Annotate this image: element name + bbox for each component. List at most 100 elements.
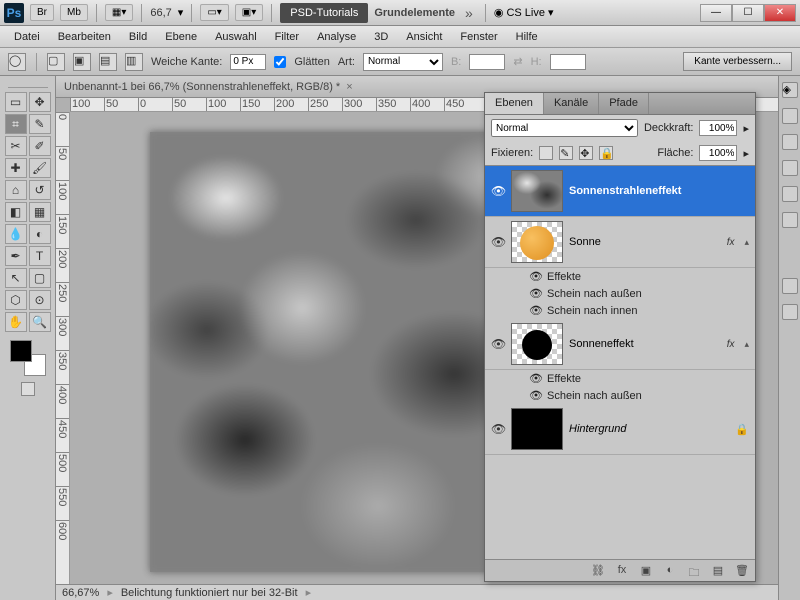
layer-name[interactable]: Sonnenstrahleneffekt [569,185,749,197]
blend-mode-select[interactable]: Normal [491,119,638,137]
cslive-button[interactable]: ◉ CS Live ▾ [494,6,554,19]
brush-tool[interactable]: 🖌 [29,158,51,178]
toolbox-grip-icon[interactable] [8,80,48,88]
menu-bearbeiten[interactable]: Bearbeiten [50,28,119,46]
view-extras-button[interactable]: ▦▾ [105,4,133,21]
fx-badge-icon[interactable]: fx [727,339,735,350]
healing-tool[interactable]: ✚ [5,158,27,178]
quickmask-icon[interactable] [21,382,35,396]
gradient-tool[interactable]: ▦ [29,202,51,222]
menu-fenster[interactable]: Fenster [452,28,505,46]
layer-thumbnail[interactable] [511,170,563,212]
tab-pfade[interactable]: Pfade [599,93,649,114]
effect-row[interactable]: 👁Schein nach außen [485,285,755,302]
workspace-preset-1[interactable]: PSD-Tutorials [280,3,368,23]
layer-row[interactable]: 👁 Sonne fx ▴ [485,217,755,268]
zoom-tool[interactable]: 🔍 [29,312,51,332]
canvas[interactable] [150,132,530,572]
minibridge-button[interactable]: Mb [60,4,88,21]
effect-row[interactable]: 👁Schein nach außen [485,387,755,404]
status-zoom[interactable]: 66,67% [62,587,99,599]
group-icon[interactable]: 🗀 [687,564,701,578]
expand-effects-icon[interactable]: ▴ [744,237,749,248]
character-panel-icon[interactable] [782,212,798,228]
selection-intersect-icon[interactable]: ▥ [125,53,143,71]
lock-all-icon[interactable]: 🔒 [599,146,613,160]
layer-name[interactable]: Sonne [569,236,721,248]
layer-mask-icon[interactable]: ▣ [639,564,653,578]
effects-header[interactable]: 👁Effekte [485,268,755,285]
visibility-icon[interactable]: 👁 [491,235,505,249]
tab-ebenen[interactable]: Ebenen [485,93,544,114]
shape-tool[interactable]: ▢ [29,268,51,288]
visibility-icon[interactable]: 👁 [491,422,505,436]
ruler-vertical[interactable]: 050100150200250300350400450500550600 [56,112,70,584]
fill-slider-icon[interactable]: ▸ [743,147,749,160]
layers-panel-icon[interactable]: ◈ [782,82,798,98]
antialias-checkbox[interactable] [274,56,286,68]
lasso-tool[interactable]: ⌗ [5,114,27,134]
fx-badge-icon[interactable]: fx [727,237,735,248]
close-button[interactable]: ✕ [764,4,796,22]
menu-bild[interactable]: Bild [121,28,155,46]
opacity-input[interactable] [699,120,737,136]
layer-name[interactable]: Sonneneffekt [569,338,721,350]
menu-datei[interactable]: Datei [6,28,48,46]
marquee-tool[interactable]: ▭ [5,92,27,112]
delete-layer-icon[interactable]: 🗑 [735,564,749,578]
stamp-tool[interactable]: ⌂ [5,180,27,200]
fill-input[interactable] [699,145,737,161]
screenmode-button[interactable]: ▣▾ [235,4,263,21]
selection-subtract-icon[interactable]: ▤ [99,53,117,71]
lock-transparency-icon[interactable] [539,146,553,160]
current-tool-icon[interactable]: ◯ [8,53,26,71]
styles-panel-icon[interactable] [782,186,798,202]
menu-analyse[interactable]: Analyse [309,28,364,46]
effects-header[interactable]: 👁Effekte [485,370,755,387]
dodge-tool[interactable]: ◐ [29,224,51,244]
layer-row[interactable]: 👁 Hintergrund 🔒 [485,404,755,455]
layer-thumbnail[interactable] [511,221,563,263]
arrange-button[interactable]: ▭▾ [200,4,228,21]
refine-edge-button[interactable]: Kante verbessern... [683,52,792,71]
color-swatches[interactable] [10,340,46,376]
link-layers-icon[interactable]: ⛓ [591,564,605,578]
actions-panel-icon[interactable] [782,304,798,320]
swatches-panel-icon[interactable] [782,134,798,150]
opacity-slider-icon[interactable]: ▸ [743,122,749,135]
style-select[interactable]: Normal [363,53,443,71]
menu-ansicht[interactable]: Ansicht [398,28,450,46]
expand-effects-icon[interactable]: ▴ [744,339,749,350]
visibility-icon[interactable]: 👁 [491,184,505,198]
selection-new-icon[interactable]: ▢ [47,53,65,71]
menu-hilfe[interactable]: Hilfe [508,28,546,46]
tab-kanaele[interactable]: Kanäle [544,93,599,114]
layer-thumbnail[interactable] [511,408,563,450]
move-tool[interactable]: ✥ [29,92,51,112]
workspace-preset-2[interactable]: Grundelemente [374,7,455,19]
type-tool[interactable]: T [29,246,51,266]
workspace-more-icon[interactable]: » [461,5,477,21]
pen-tool[interactable]: ✒ [5,246,27,266]
menu-auswahl[interactable]: Auswahl [207,28,265,46]
eraser-tool[interactable]: ◧ [5,202,27,222]
visibility-icon[interactable]: 👁 [491,337,505,351]
minimize-button[interactable]: — [700,4,732,22]
foreground-color-swatch[interactable] [10,340,32,362]
adjustment-layer-icon[interactable]: ◐ [663,564,677,578]
menu-filter[interactable]: Filter [267,28,307,46]
feather-input[interactable] [230,54,266,70]
history-panel-icon[interactable] [782,278,798,294]
selection-add-icon[interactable]: ▣ [73,53,91,71]
quickselect-tool[interactable]: ✎ [29,114,51,134]
blur-tool[interactable]: 💧 [5,224,27,244]
crop-tool[interactable]: ✂ [5,136,27,156]
color-panel-icon[interactable] [782,108,798,124]
hand-tool[interactable]: ✋ [5,312,27,332]
lock-position-icon[interactable]: ✥ [579,146,593,160]
layer-row[interactable]: 👁 Sonnenstrahleneffekt [485,166,755,217]
lock-pixels-icon[interactable]: ✎ [559,146,573,160]
layer-thumbnail[interactable] [511,323,563,365]
new-layer-icon[interactable]: ▤ [711,564,725,578]
layer-row[interactable]: 👁 Sonneneffekt fx ▴ [485,319,755,370]
